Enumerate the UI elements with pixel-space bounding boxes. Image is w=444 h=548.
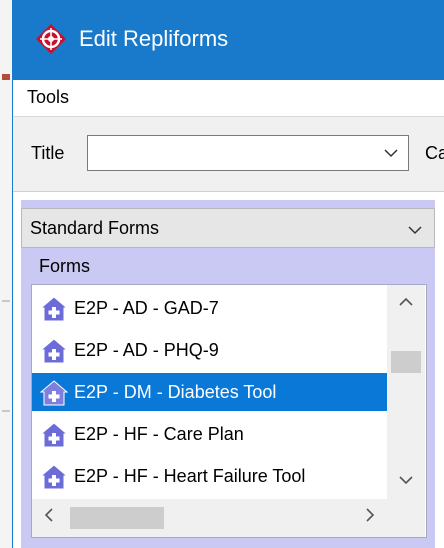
title-combobox[interactable] bbox=[87, 135, 409, 171]
background-window-edge bbox=[0, 0, 12, 548]
scroll-left-button[interactable] bbox=[32, 499, 66, 537]
form-list-item-label: E2P - HF - Heart Failure Tool bbox=[74, 466, 306, 486]
form-list-item[interactable]: E2P - AD - GAD-7 bbox=[32, 289, 387, 327]
chevron-down-icon bbox=[399, 476, 413, 485]
house-plus-icon bbox=[40, 338, 68, 364]
title-bar[interactable]: Edit Repliforms bbox=[13, 0, 444, 80]
background-mark bbox=[2, 300, 10, 302]
window-title: Edit Repliforms bbox=[79, 26, 229, 51]
background-mark bbox=[2, 410, 10, 412]
scroll-corner bbox=[387, 499, 425, 537]
vertical-scrollbar[interactable] bbox=[387, 285, 425, 499]
scroll-up-button[interactable] bbox=[387, 285, 425, 321]
scroll-right-button[interactable] bbox=[353, 499, 387, 537]
menu-bar: Tools bbox=[13, 80, 444, 117]
form-list-item[interactable]: E2P - AD - PHQ-9 bbox=[32, 331, 387, 369]
horizontal-scroll-thumb[interactable] bbox=[70, 507, 164, 529]
form-list-item[interactable]: E2P - HF - Heart Failure Tool bbox=[32, 457, 387, 495]
horizontal-scrollbar[interactable] bbox=[32, 499, 387, 537]
edit-repliforms-window: Edit Repliforms Tools Title Cat Standard… bbox=[12, 0, 444, 548]
chevron-right-icon bbox=[366, 508, 375, 522]
vertical-scroll-thumb[interactable] bbox=[391, 351, 421, 373]
form-list-item-label: E2P - DM - Diabetes Tool bbox=[74, 382, 277, 402]
menu-item-tools[interactable]: Tools bbox=[27, 87, 69, 108]
forms-library-panel: Standard Forms Forms E2P - AD - GAD-7 E2P… bbox=[21, 200, 435, 548]
form-list-item[interactable]: E2P - HF - Care Plan bbox=[32, 415, 387, 453]
form-list-item-label: E2P - AD - PHQ-9 bbox=[74, 340, 219, 360]
house-plus-icon bbox=[40, 380, 68, 406]
category-label: Cat bbox=[425, 143, 444, 163]
form-source-dropdown[interactable]: Standard Forms bbox=[21, 208, 435, 248]
chevron-down-icon bbox=[384, 149, 398, 158]
house-plus-icon bbox=[40, 296, 68, 322]
chevron-left-icon bbox=[44, 508, 53, 522]
form-source-value: Standard Forms bbox=[30, 218, 160, 238]
forms-list[interactable]: E2P - AD - GAD-7 E2P - AD - PHQ-9 E2P - DM… bbox=[31, 284, 427, 538]
compass-target-icon bbox=[36, 24, 66, 54]
background-mark bbox=[2, 74, 10, 80]
form-list-item[interactable]: E2P - DM - Diabetes Tool bbox=[32, 373, 387, 411]
forms-group-label: Forms bbox=[39, 256, 90, 276]
form-list-item-label: E2P - AD - GAD-7 bbox=[74, 298, 219, 318]
house-plus-icon bbox=[40, 422, 68, 448]
scroll-down-button[interactable] bbox=[387, 463, 425, 499]
filter-toolbar: Title Cat bbox=[13, 117, 444, 192]
title-label: Title bbox=[31, 143, 65, 163]
chevron-up-icon bbox=[399, 297, 413, 306]
house-plus-icon bbox=[40, 464, 68, 490]
form-list-item-label: E2P - HF - Care Plan bbox=[74, 424, 244, 444]
chevron-down-icon bbox=[408, 226, 422, 235]
